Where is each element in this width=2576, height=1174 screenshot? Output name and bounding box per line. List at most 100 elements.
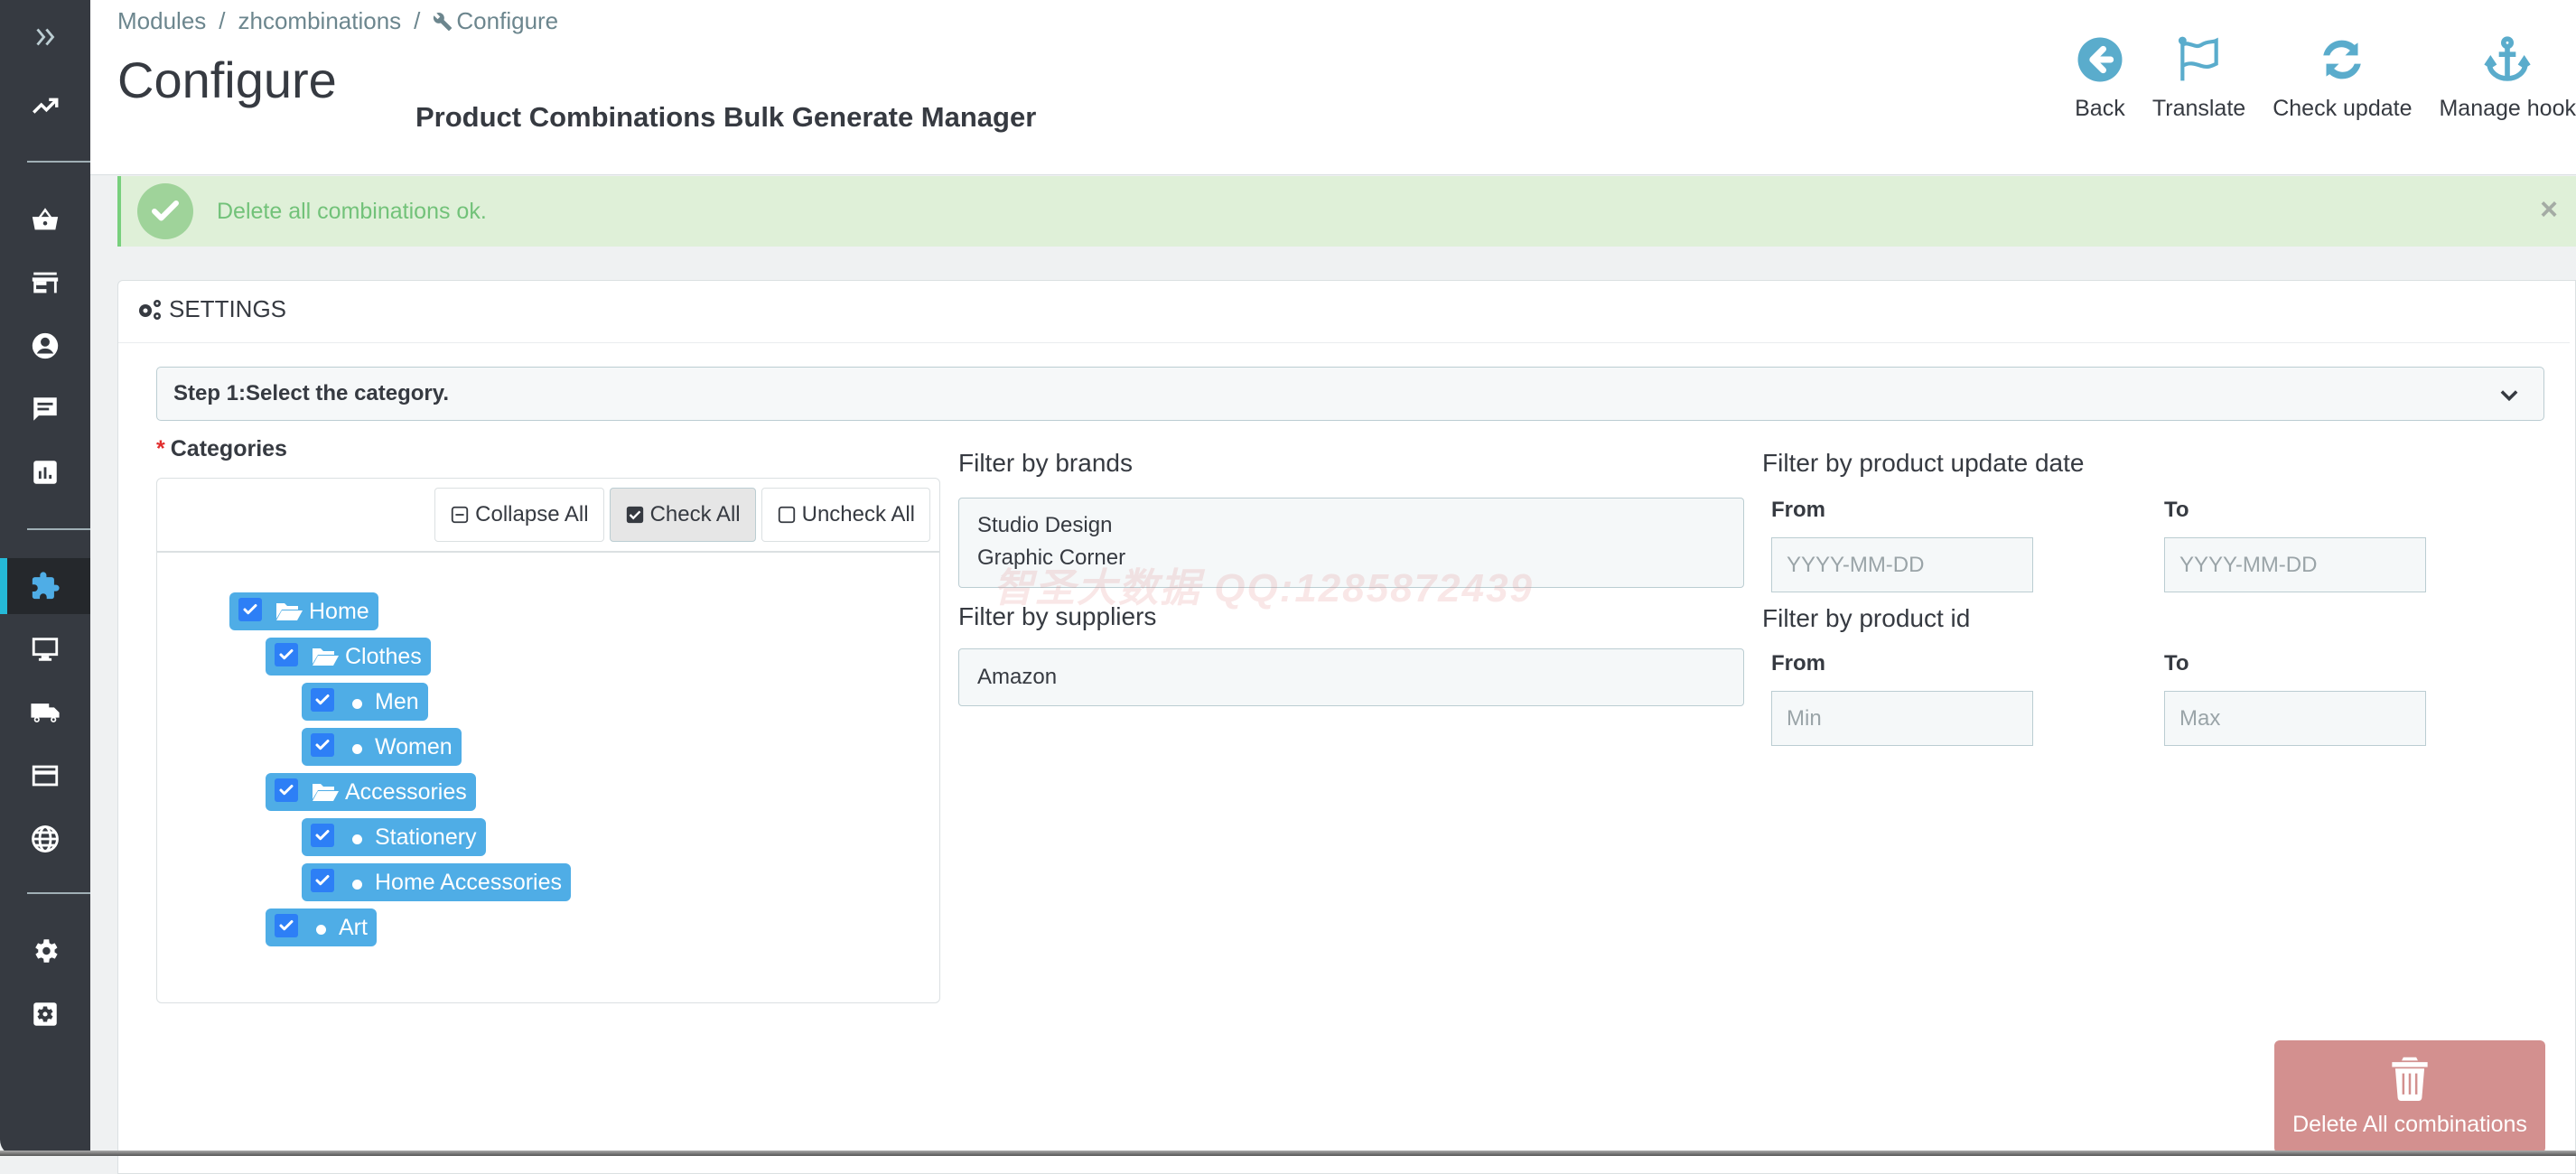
sidebar-item-design[interactable] — [0, 621, 90, 677]
sidebar-item-advanced-parameters[interactable] — [0, 986, 90, 1042]
checkbox-checked-icon[interactable] — [275, 778, 298, 802]
settings-box-icon — [30, 999, 61, 1030]
sidebar-item-customer-service[interactable] — [0, 381, 90, 437]
id-to-label: To — [2164, 651, 2189, 676]
breadcrumb-separator: / — [414, 7, 420, 35]
page-title: Configure — [117, 51, 337, 109]
check-update-label: Check update — [2273, 96, 2412, 122]
date-to-input[interactable] — [2164, 537, 2426, 592]
globe-icon — [30, 824, 61, 854]
sidebar-item-catalog[interactable] — [0, 255, 90, 311]
sidebar-item-modules[interactable] — [0, 558, 90, 614]
tree-node[interactable]: Accessories — [266, 773, 476, 811]
breadcrumb-item-zhcombinations[interactable]: zhcombinations — [238, 7, 402, 35]
tree-node[interactable]: Stationery — [302, 818, 486, 856]
tree-node[interactable]: Art — [266, 908, 377, 946]
sidebar-item-stats[interactable] — [0, 444, 90, 500]
breadcrumb-item-modules[interactable]: Modules — [117, 7, 206, 35]
success-alert: Delete all combinations ok. × — [117, 176, 2576, 247]
bullet-icon — [352, 744, 362, 754]
breadcrumb-separator: / — [219, 7, 225, 35]
sidebar-item-international[interactable] — [0, 811, 90, 867]
panel-heading: SETTINGS — [136, 295, 286, 323]
tree-node-label: Accessories — [345, 779, 467, 806]
sidebar-divider — [27, 892, 90, 894]
sidebar-item-shipping[interactable] — [0, 685, 90, 741]
date-from-input[interactable] — [1771, 537, 2033, 592]
minus-square-icon — [450, 505, 470, 525]
checkbox-checked-icon[interactable] — [311, 733, 334, 757]
id-max-input[interactable] — [2164, 691, 2426, 746]
step-1-accordion[interactable]: Step 1:Select the category. — [156, 367, 2544, 421]
puzzle-icon — [30, 571, 61, 601]
uncheck-all-button[interactable]: Uncheck All — [761, 488, 930, 542]
sidebar-item-configure[interactable] — [0, 923, 90, 979]
tree-node[interactable]: Clothes — [266, 638, 431, 676]
page-subtitle: Product Combinations Bulk Generate Manag… — [415, 101, 1036, 134]
store-icon — [30, 267, 61, 298]
check-all-label: Check All — [650, 502, 741, 527]
tree-node-label: Home — [309, 599, 369, 625]
sidebar-expand[interactable] — [0, 9, 90, 65]
folder-open-icon — [311, 781, 345, 803]
sidebar-divider — [27, 528, 90, 530]
brand-option[interactable]: Graphic Corner — [977, 542, 1743, 574]
monitor-icon — [30, 634, 61, 665]
gear-icon — [30, 936, 61, 966]
supplier-option[interactable]: Amazon — [977, 661, 1743, 694]
sidebar-item-orders[interactable] — [0, 191, 90, 247]
suppliers-select[interactable]: Amazon — [958, 648, 1744, 706]
manage-hook-label: Manage hook — [2439, 96, 2576, 122]
folder-open-icon — [311, 646, 345, 667]
refresh-icon — [2317, 34, 2367, 85]
filter-update-date-label: Filter by product update date — [1762, 449, 2084, 478]
id-min-input[interactable] — [1771, 691, 2033, 746]
tree-node-label: Art — [339, 915, 368, 941]
basket-icon — [30, 204, 61, 235]
tree-node-label: Home Accessories — [375, 870, 562, 896]
category-tree: Collapse All Check All Uncheck All Home C… — [156, 478, 940, 1003]
sidebar-item-customers[interactable] — [0, 318, 90, 374]
tree-node-label: Clothes — [345, 644, 422, 670]
tree-divider — [157, 551, 939, 553]
tree-node[interactable]: Women — [302, 728, 462, 766]
checkbox-empty-icon — [777, 505, 797, 525]
checkbox-checked-icon[interactable] — [311, 869, 334, 892]
translate-button[interactable]: Translate — [2152, 34, 2245, 122]
bullet-icon — [352, 834, 362, 844]
filter-suppliers-label: Filter by suppliers — [958, 602, 1156, 631]
checkbox-checked-icon[interactable] — [311, 824, 334, 847]
back-button[interactable]: Back — [2075, 34, 2125, 122]
sidebar-divider — [27, 161, 90, 163]
check-update-button[interactable]: Check update — [2273, 34, 2412, 122]
toolbar: Back Translate Check update Manage hook — [2048, 34, 2576, 122]
collapse-all-button[interactable]: Collapse All — [434, 488, 603, 542]
chat-icon — [30, 394, 61, 424]
brands-select[interactable]: Studio Design Graphic Corner — [958, 498, 1744, 588]
filter-product-id-label: Filter by product id — [1762, 604, 1970, 633]
checkbox-checked-icon[interactable] — [275, 643, 298, 666]
sidebar-item-dashboard[interactable] — [0, 77, 90, 133]
date-to-label: To — [2164, 498, 2189, 523]
uncheck-all-label: Uncheck All — [802, 502, 915, 527]
double-chevron-right-icon — [30, 22, 61, 52]
checkbox-checked-icon[interactable] — [311, 688, 334, 712]
delete-all-combinations-button[interactable]: Delete All combinations — [2274, 1040, 2545, 1153]
categories-label-text: Categories — [171, 436, 287, 461]
brand-option[interactable]: Studio Design — [977, 509, 1743, 542]
sidebar-item-payment[interactable] — [0, 748, 90, 804]
checkbox-checked-icon[interactable] — [275, 914, 298, 937]
tree-node[interactable]: Home Accessories — [302, 863, 571, 901]
checkbox-checked-icon[interactable] — [238, 598, 262, 621]
tree-node[interactable]: Men — [302, 683, 428, 721]
manage-hook-button[interactable]: Manage hook — [2439, 34, 2576, 122]
alert-close-button[interactable]: × — [2540, 194, 2558, 225]
tree-node-label: Men — [375, 689, 419, 715]
check-all-button[interactable]: Check All — [610, 488, 756, 542]
step-label: Step 1:Select the category. — [173, 381, 449, 406]
checkbox-checked-icon — [625, 505, 645, 525]
page-header: Modules / zhcombinations / Configure Con… — [90, 0, 2576, 175]
trending-up-icon — [30, 89, 61, 120]
tree-node[interactable]: Home — [229, 592, 378, 630]
panel-divider — [118, 342, 2570, 343]
